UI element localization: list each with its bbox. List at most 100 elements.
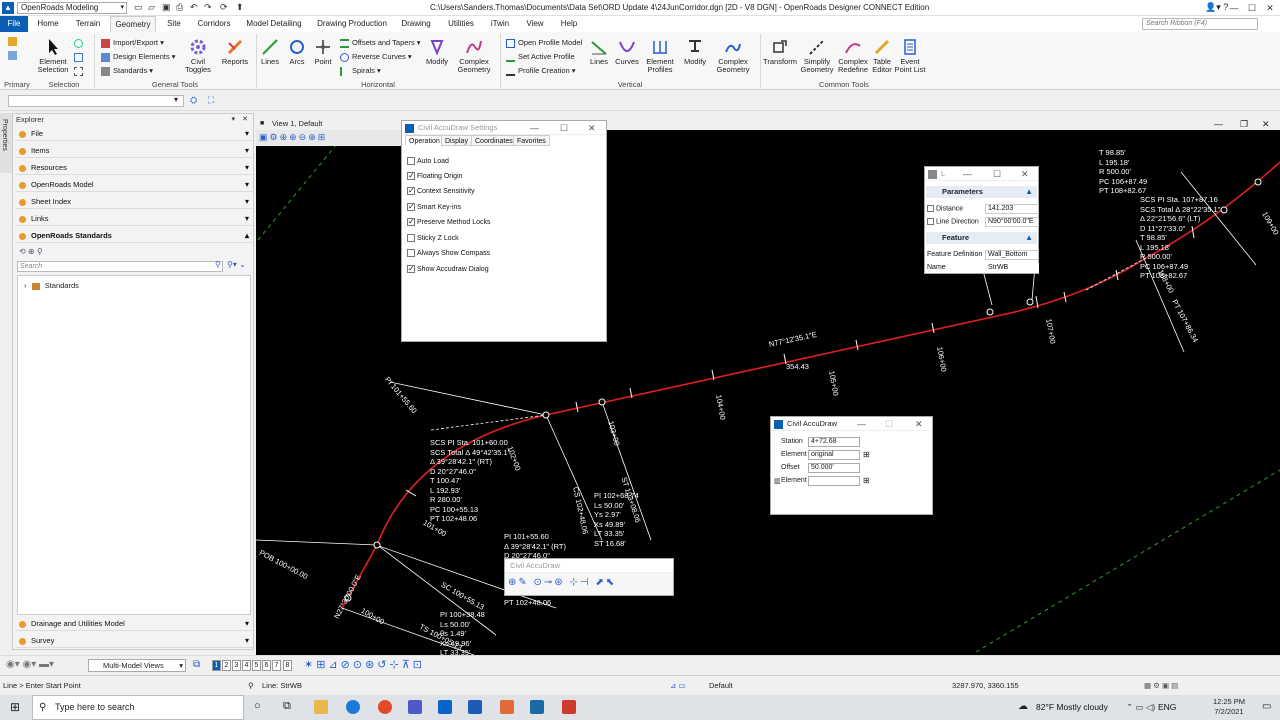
civil-toggles-button[interactable]: Civil Toggles (180, 38, 216, 74)
view-button-4[interactable]: 4 (242, 660, 251, 671)
properties-side-tab[interactable]: Properties (0, 113, 12, 173)
tab-coordinates[interactable]: Coordinates (471, 135, 517, 146)
lock-icon[interactable]: ▥ (774, 477, 781, 485)
workspace-selector[interactable]: OpenRoads Modeling ▾ (17, 2, 127, 14)
auto-load-checkbox[interactable]: Auto Load (407, 157, 449, 165)
checkbox[interactable] (407, 186, 415, 195)
arcs-button[interactable]: Arcs (285, 38, 309, 66)
close-icon[interactable]: ✕ (1021, 167, 1029, 181)
outlook-icon[interactable] (438, 700, 452, 714)
ribbon-search-input[interactable]: Search Ribbon (F4) (1142, 18, 1258, 30)
app-icon[interactable] (500, 700, 514, 714)
explorer-section-drainage[interactable]: Drainage and Utilities Model ▾ (15, 617, 253, 631)
direction-lock-checkbox[interactable] (927, 218, 934, 225)
show-accudraw-dialog-checkbox[interactable]: Show Accudraw Dialog (407, 264, 489, 273)
selection-small-1[interactable] (74, 38, 86, 48)
filter-icon[interactable]: ⚲▾ ⌄ (227, 260, 246, 269)
edge-icon[interactable] (346, 700, 360, 714)
minimize-icon[interactable]: — (1214, 118, 1223, 130)
complex-redefine-button[interactable]: Complex Redefine (836, 38, 870, 74)
tab-drawing-production[interactable]: Drawing Production (314, 16, 390, 32)
feature-definition-select[interactable]: Wall_Bottom (985, 250, 1039, 260)
feature-section[interactable]: Feature ▲ (926, 232, 1037, 244)
tab-file[interactable]: File (0, 16, 28, 32)
view-menu-icon[interactable]: ■ (260, 118, 264, 130)
preserve-method-locks-checkbox[interactable]: Preserve Method Locks (407, 217, 491, 226)
undo-icon[interactable]: ↶ (190, 2, 198, 13)
design-elements-button[interactable]: Design Elements ▾ (101, 52, 176, 62)
clock[interactable]: 12:25 PM 7/2/2021 (1206, 697, 1252, 717)
simplify-geometry-button[interactable]: Simplify Geometry (799, 38, 835, 74)
restore-icon[interactable]: ❐ (1240, 118, 1248, 130)
checkbox[interactable] (407, 217, 415, 226)
cortana-icon[interactable]: ○ (254, 700, 261, 712)
checkbox[interactable] (407, 264, 415, 273)
tree-node-standards[interactable]: › Standards (24, 281, 79, 290)
modify-button[interactable]: Modify (422, 38, 452, 66)
distance-field[interactable]: 141.203 (985, 204, 1039, 214)
lock-icon[interactable]: ⚲ (248, 676, 254, 696)
import-export-button[interactable]: Import/Export ▾ (101, 38, 164, 48)
name-field[interactable]: StrWB (985, 263, 1039, 273)
view-tools-icon[interactable]: ▣⚙⊕⊕⊖⊕⊞ (259, 132, 327, 143)
word-icon[interactable] (468, 700, 482, 714)
open-folder-icon[interactable]: ▱ (148, 2, 155, 13)
tab-home[interactable]: Home (32, 16, 64, 32)
pick-element-icon[interactable]: ⊞ (863, 450, 870, 459)
event-point-list-button[interactable]: Event Point List (894, 38, 926, 74)
level-icon[interactable]: ⊿ ▭ (670, 676, 685, 696)
settings-icon[interactable]: ▦ ⚙ ▣ ▤ (1144, 676, 1178, 696)
standards-search-input[interactable]: Search (17, 261, 223, 272)
print-icon[interactable]: ⎙ (176, 2, 183, 13)
primary-tools[interactable] (8, 36, 20, 46)
snap-tools-icon[interactable]: ✶⊞⊿⊘⊙⊛↺⊹⊼⊡ (304, 658, 425, 671)
table-editor-button[interactable]: Table Editor (871, 38, 893, 74)
vertical-complex-geometry-button[interactable]: Complex Geometry (712, 38, 754, 74)
vertical-curves-button[interactable]: Curves (614, 38, 640, 66)
station-field[interactable]: 4+72.68 (808, 437, 860, 447)
explorer-section-openroads-model[interactable]: OpenRoads Model ▾ (15, 178, 253, 192)
file-explorer-icon[interactable] (314, 700, 328, 714)
lines-button[interactable]: Lines (258, 38, 282, 66)
view-button-1[interactable]: 1 (212, 660, 221, 671)
element-info-icon[interactable]: ⛶ (208, 95, 214, 106)
minimize-icon[interactable]: — (857, 417, 866, 431)
selection-small-3[interactable] (74, 66, 86, 76)
element-profiles-button[interactable]: Element Profiles (641, 38, 679, 74)
primary-tools-2[interactable] (8, 50, 20, 60)
smart-keyins-checkbox[interactable]: Smart Key-ins (407, 202, 461, 211)
redo-icon[interactable]: ↷ (204, 2, 212, 13)
checkbox[interactable] (407, 202, 415, 211)
explorer-section-resources[interactable]: Resources ▾ (15, 161, 253, 175)
tab-operation[interactable]: Operation (405, 135, 444, 146)
tab-model-detailing[interactable]: Model Detailing (242, 16, 306, 32)
pick-element-icon[interactable]: ⊞ (863, 476, 870, 485)
reverse-curves-button[interactable]: Reverse Curves ▾ (340, 52, 412, 62)
pin-icon[interactable]: ▾ (231, 114, 235, 125)
user-icon[interactable]: 👤▾ ? (1205, 2, 1228, 13)
close-icon[interactable]: ✕ (588, 121, 596, 135)
point-button[interactable]: Point (311, 38, 335, 66)
parameters-section[interactable]: Parameters ▲ (926, 186, 1037, 198)
tab-help[interactable]: Help (556, 16, 582, 32)
open-profile-model-button[interactable]: Open Profile Model (506, 38, 582, 48)
maximize-icon[interactable]: ☐ (885, 417, 893, 431)
view-button-5[interactable]: 5 (252, 660, 261, 671)
explorer-section-openroads-standards[interactable]: OpenRoads Standards ▴ (15, 229, 253, 243)
maximize-icon[interactable]: ☐ (560, 121, 568, 135)
tab-drawing[interactable]: Drawing (398, 16, 434, 32)
tab-view[interactable]: View (522, 16, 548, 32)
tab-itwin[interactable]: iTwin (486, 16, 514, 32)
reports-button[interactable]: Reports (218, 38, 252, 66)
view-button-8[interactable]: 8 (283, 660, 292, 671)
checkbox[interactable] (407, 234, 415, 242)
sync-icon[interactable]: ⟳ (220, 2, 228, 13)
set-active-profile-button[interactable]: Set Active Profile (506, 52, 575, 62)
line-direction-field[interactable]: N90°00'00.0"E (985, 217, 1039, 227)
minimize-icon[interactable]: — (530, 121, 539, 135)
tab-corridors[interactable]: Corridors (194, 16, 234, 32)
transform-button[interactable]: Transform (763, 38, 797, 66)
explorer-section-file[interactable]: File ▾ (15, 127, 253, 141)
element-selection-button[interactable]: Element Selection (36, 38, 70, 74)
save-icon[interactable]: ▣ (162, 2, 171, 13)
